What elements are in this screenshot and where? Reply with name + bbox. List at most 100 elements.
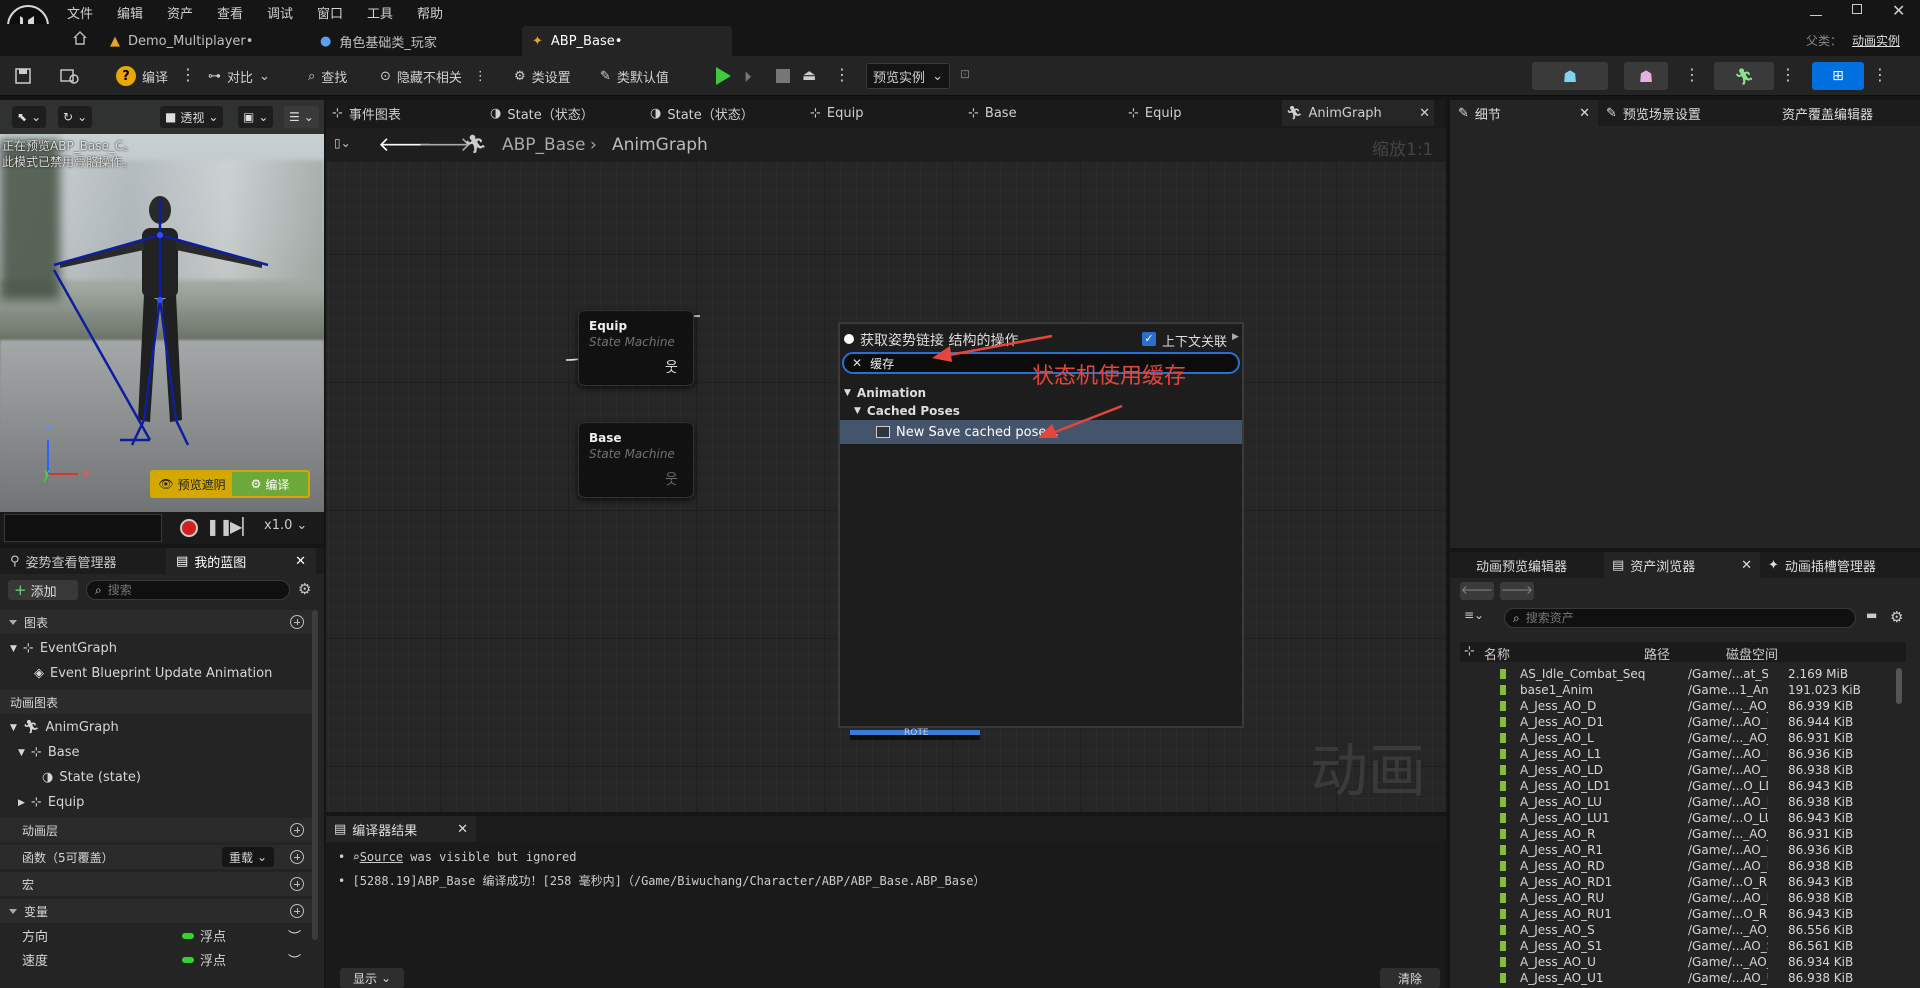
asset-row[interactable]: A_Jess_AO_L/Game/..._AO_L 86.931 KiB — [1462, 730, 1902, 746]
class-settings-button[interactable]: ⚙ 类设置 — [514, 64, 571, 88]
record-icon[interactable] — [180, 519, 198, 537]
parent-class-link[interactable]: 动画实例 — [1852, 32, 1900, 49]
asset-row[interactable]: base1_Anim/Game...1_Anim 191.023 KiB — [1462, 682, 1902, 698]
section-functions[interactable]: 函数（5可覆盖） 重载 ⌄ — [0, 845, 316, 869]
debug-instance-select[interactable]: 预览实例 ⌄ — [866, 63, 950, 89]
class-defaults-button[interactable]: ✎ 类默认值 — [600, 64, 669, 88]
asset-row[interactable]: A_Jess_AO_RD/Game/...AO_RD 86.938 KiB — [1462, 858, 1902, 874]
asset-row[interactable]: A_Jess_AO_U/Game/..._AO_U 86.934 KiB — [1462, 954, 1902, 970]
blueprint-mode-button[interactable]: ⊞ — [1812, 62, 1864, 90]
pose-pin-icon[interactable]: 웃 — [665, 469, 678, 489]
asset-row[interactable]: A_Jess_AO_R1/Game/...AO_R1 86.936 KiB — [1462, 842, 1902, 858]
asset-row[interactable]: A_Jess_AO_R/Game/..._AO_R 86.931 KiB — [1462, 826, 1902, 842]
tree-equip[interactable]: ▶ ⊹ Equip — [18, 795, 84, 810]
add-layer-icon[interactable] — [290, 823, 304, 837]
tab-state-2[interactable]: ◑ State（状态） — [650, 102, 754, 124]
asset-row[interactable]: A_Jess_AO_LD1/Game/...O_LD1 86.943 KiB — [1462, 778, 1902, 794]
menu-debug[interactable]: 调试 — [267, 3, 293, 22]
transform-mode-button[interactable]: ↻ ⌄ — [58, 106, 93, 128]
anim-options-icon[interactable]: ⋮ — [1780, 65, 1796, 84]
tab-asset-browser[interactable]: ▤ 资产浏览器 ✕ — [1604, 552, 1760, 578]
tab-details[interactable]: ✎ 细节 ✕ — [1450, 100, 1598, 126]
section-anim-layers[interactable]: 动画层 — [0, 818, 316, 842]
back-arrow-icon[interactable]: 🡐 — [1460, 582, 1494, 600]
graph-options-icon[interactable]: ▯⌄ — [334, 136, 351, 150]
section-graphs[interactable]: 图表 — [0, 610, 316, 634]
section-anim-graphs[interactable]: 动画图表 — [0, 690, 316, 714]
asset-row[interactable]: A_Jess_AO_LD/Game/...AO_LD 86.938 KiB — [1462, 762, 1902, 778]
breadcrumb-root[interactable]: ABP_Base — [502, 135, 585, 155]
find-button[interactable]: ⌕ 查找 — [308, 64, 347, 88]
mesh-mode-button[interactable]: ☗ — [1624, 62, 1668, 90]
asset-row[interactable]: A_Jess_AO_S/Game/..._AO_S 86.556 KiB — [1462, 922, 1902, 938]
stop-icon[interactable] — [776, 69, 790, 83]
minimize-icon[interactable] — [1810, 4, 1822, 16]
diff-button[interactable]: ⊶ 对比 ⌄ — [208, 64, 270, 88]
tab-anim-preview[interactable]: 动画预览编辑器 — [1450, 556, 1604, 575]
asset-row[interactable]: AS_Idle_Combat_Seq/Game/...at_Seq 2.169 M… — [1462, 666, 1902, 682]
col-path[interactable]: 路径 — [1644, 644, 1670, 663]
more-options-icon[interactable]: ⋮ — [474, 69, 487, 84]
tree-state[interactable]: ◑ State (state) — [42, 770, 141, 785]
add-graph-icon[interactable] — [290, 615, 304, 629]
tree-event-graph[interactable]: ▼ ⊹ EventGraph — [10, 641, 117, 656]
restore-icon[interactable] — [1852, 4, 1862, 14]
add-macro-icon[interactable] — [290, 877, 304, 891]
viewport-menu-button[interactable]: ☰ ⌄ — [284, 106, 319, 128]
close-icon[interactable]: ✕ — [852, 356, 862, 370]
section-macros[interactable]: 宏 — [0, 872, 316, 896]
asset-row[interactable]: A_Jess_AO_LU/Game/...AO_LU 86.938 KiB — [1462, 794, 1902, 810]
menu-asset[interactable]: 资产 — [167, 3, 193, 22]
clear-button[interactable]: 清除 — [1380, 968, 1440, 988]
asset-search-input[interactable] — [1525, 611, 1826, 625]
source-link[interactable]: Source — [360, 850, 403, 864]
pause-icon[interactable]: ❚❚ — [206, 517, 233, 536]
hide-unrelated-button[interactable]: ⊙ 隐藏不相关 ⋮ — [380, 64, 487, 88]
step-forward-icon[interactable]: ▶▏ — [230, 517, 255, 536]
playback-speed-select[interactable]: x1.0 ⌄ — [264, 518, 307, 533]
visibility-icon[interactable]: ︶ — [288, 950, 301, 969]
close-icon[interactable]: ✕ — [295, 554, 306, 569]
tab-anim-graph[interactable]: 🏃︎ AnimGraph ✕ — [1282, 100, 1434, 126]
filter-icon[interactable]: ≡⌄ — [1464, 608, 1484, 622]
override-select[interactable]: 重载 ⌄ — [222, 847, 274, 867]
asset-row[interactable]: A_Jess_AO_S1/Game/...AO_S1 86.561 KiB — [1462, 938, 1902, 954]
play-options-icon[interactable]: ⋮ — [834, 65, 850, 84]
tree-anim-graph[interactable]: ▼ 🏃︎ AnimGraph — [10, 720, 119, 735]
compile-button[interactable]: ? 编译 — [116, 64, 168, 88]
panel-scrollbar[interactable] — [312, 610, 318, 940]
tab-asset-override[interactable]: 资产覆盖编辑器 — [1768, 104, 1918, 123]
asset-row[interactable]: A_Jess_AO_RU1/Game/...O_RU1 86.943 KiB — [1462, 906, 1902, 922]
tab-my-blueprint[interactable]: ▤ 我的蓝图 ✕ — [166, 548, 316, 574]
show-filter-button[interactable]: 显示 ⌄ — [340, 968, 404, 988]
category-cached-poses[interactable]: ▼ Cached Poses — [854, 402, 960, 420]
menu-help[interactable]: 帮助 — [417, 3, 443, 22]
step-icon[interactable]: ⏵ — [744, 68, 752, 86]
asset-row[interactable]: A_Jess_AO_D1/Game/...AO_D1 86.944 KiB — [1462, 714, 1902, 730]
menu-file[interactable]: 文件 — [67, 3, 93, 22]
col-name[interactable]: 名称 — [1484, 644, 1510, 663]
blueprint-search-input[interactable] — [107, 583, 268, 597]
skeleton-mode-button[interactable]: ☗ — [1532, 62, 1608, 90]
tree-base[interactable]: ▼ ⊹ Base — [18, 745, 79, 760]
play-icon[interactable] — [714, 66, 732, 86]
asset-row[interactable]: A_Jess_AO_U1/Game/...AO_U1 86.938 KiB — [1462, 970, 1902, 986]
asset-search[interactable]: ⌕ — [1504, 608, 1856, 628]
save-icon[interactable] — [14, 67, 32, 85]
tab-character-base[interactable]: ● 角色基础类_玩家 — [310, 26, 510, 56]
blueprint-search[interactable]: ⌕ — [86, 580, 290, 600]
compile-options-icon[interactable]: ⋮ — [180, 65, 196, 84]
add-function-icon[interactable] — [290, 850, 304, 864]
tab-pose-watch[interactable]: ⚲ 姿势查看管理器 — [0, 552, 166, 571]
asset-row[interactable]: A_Jess_AO_LU1/Game/...O_LU1 86.943 KiB — [1462, 810, 1902, 826]
menu-edit[interactable]: 编辑 — [117, 3, 143, 22]
close-icon[interactable]: ✕ — [1579, 106, 1590, 121]
close-icon[interactable]: ✕ — [457, 822, 468, 837]
tab-demo-multiplayer[interactable]: ▲ Demo_Multiplayer• — [100, 26, 300, 56]
visibility-icon[interactable]: ︶ — [288, 926, 301, 945]
settings-icon[interactable]: ⚙ — [1890, 608, 1903, 626]
folder-icon[interactable]: ▬ — [1866, 608, 1877, 622]
tab-equip-2[interactable]: ⊹ Equip — [1128, 102, 1181, 124]
pose-pin-icon[interactable]: 웃 — [665, 357, 678, 377]
perspective-button[interactable]: ■ 透视 ⌄ — [160, 106, 224, 128]
